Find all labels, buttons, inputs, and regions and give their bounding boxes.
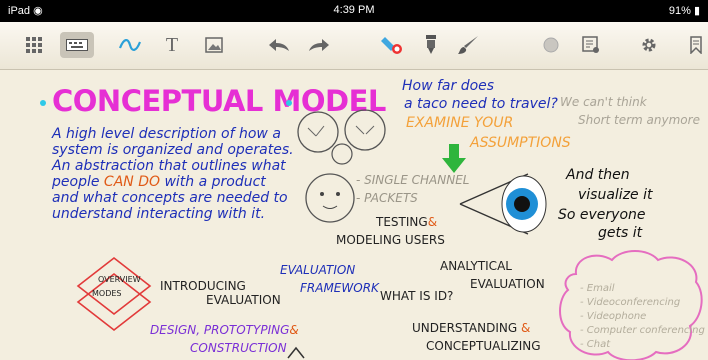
desc-line-3: An abstraction that outlines what [52, 158, 286, 174]
analytical-line-2: EVALUATION [470, 277, 545, 291]
status-bar: iPad ◉ 4:39 PM 91% ▮ [0, 0, 708, 22]
then-line-2: visualize it [578, 187, 653, 203]
battery-icon: ▮ [693, 5, 700, 17]
modes-label: MODES [92, 289, 122, 298]
image-icon[interactable] [202, 32, 226, 58]
understanding-line-1: UNDERSTANDING & [412, 321, 531, 335]
design-line-1: DESIGN, PROTOTYPING& [150, 323, 299, 337]
highlighter-icon[interactable] [378, 32, 408, 58]
title-bullet [40, 100, 46, 106]
introducing-line-2: EVALUATION [206, 293, 281, 307]
arrow-sketch-icon [287, 346, 305, 359]
analytical-line-1: ANALYTICAL [440, 259, 512, 273]
keyboard-icon[interactable] [60, 32, 94, 58]
cloud-item-4: - Computer conferencing [580, 325, 705, 336]
cloud-item-2: - Videoconferencing [580, 297, 681, 308]
question-line-1: How far does [402, 78, 495, 94]
then-line-3: So everyone [558, 207, 646, 223]
design-line-2: CONSTRUCTION [190, 341, 287, 355]
can-do-label: CAN DO [103, 174, 160, 190]
desc-line-2: system is organized and operates. [52, 142, 294, 158]
what-is-id-label: WHAT IS ID? [380, 289, 454, 303]
channel-line-2: - PACKETS [356, 191, 418, 205]
modeling-label: MODELING USERS [336, 233, 445, 247]
toolbar: T [0, 22, 708, 70]
desc-line-6: understand interacting with it. [52, 206, 266, 222]
network-sketch-drawing [297, 109, 386, 223]
pen-icon[interactable] [116, 32, 144, 58]
clock: 4:39 PM [333, 4, 375, 16]
aside-line-1: We can't think [560, 95, 647, 109]
evaluation-framework-line-2: FRAMEWORK [300, 281, 379, 295]
cloud-item-5: - Chat [580, 339, 611, 350]
introducing-line-1: INTRODUCING [160, 279, 246, 293]
settings-icon[interactable] [638, 32, 660, 58]
desc-line-4: people CAN DO with a product [52, 174, 266, 190]
desc-line-5: and what concepts are needed to [52, 190, 288, 206]
title-bullet-end [286, 100, 292, 106]
aside-line-2: Short term anymore [578, 113, 700, 127]
eye-sketch-drawing [459, 173, 547, 235]
marker-icon[interactable] [420, 32, 442, 58]
redo-icon[interactable] [306, 32, 332, 58]
color-dot-icon[interactable] [540, 32, 562, 58]
testing-label: TESTING& [376, 215, 438, 229]
note-canvas[interactable]: CONCEPTUAL MODEL A high level descriptio… [0, 70, 708, 360]
desc-line-1: A high level description of how a [52, 126, 281, 142]
brush-icon[interactable] [456, 32, 482, 58]
cloud-item-3: - Videophone [580, 311, 647, 322]
understanding-line-2: CONCEPTUALIZING [426, 339, 541, 353]
cloud-item-1: - Email [580, 283, 615, 294]
overview-label: OVERVIEW [98, 275, 141, 284]
examine-line-2: ASSUMPTIONS [470, 135, 571, 151]
then-line-4: gets it [598, 225, 643, 241]
question-line-2: a taco need to travel? [404, 96, 558, 112]
undo-icon[interactable] [266, 32, 292, 58]
bookmark-icon[interactable] [688, 32, 704, 58]
examine-line-1: EXAMINE YOUR [406, 115, 514, 131]
text-icon[interactable]: T [162, 32, 182, 58]
then-line-1: And then [566, 167, 630, 183]
evaluation-framework-line-1: EVALUATION [280, 263, 356, 277]
grid-icon[interactable] [22, 32, 46, 58]
channel-line-1: - SINGLE CHANNEL [356, 173, 470, 187]
battery-label: 91% ▮ [668, 5, 700, 17]
page-icon[interactable] [580, 32, 602, 58]
